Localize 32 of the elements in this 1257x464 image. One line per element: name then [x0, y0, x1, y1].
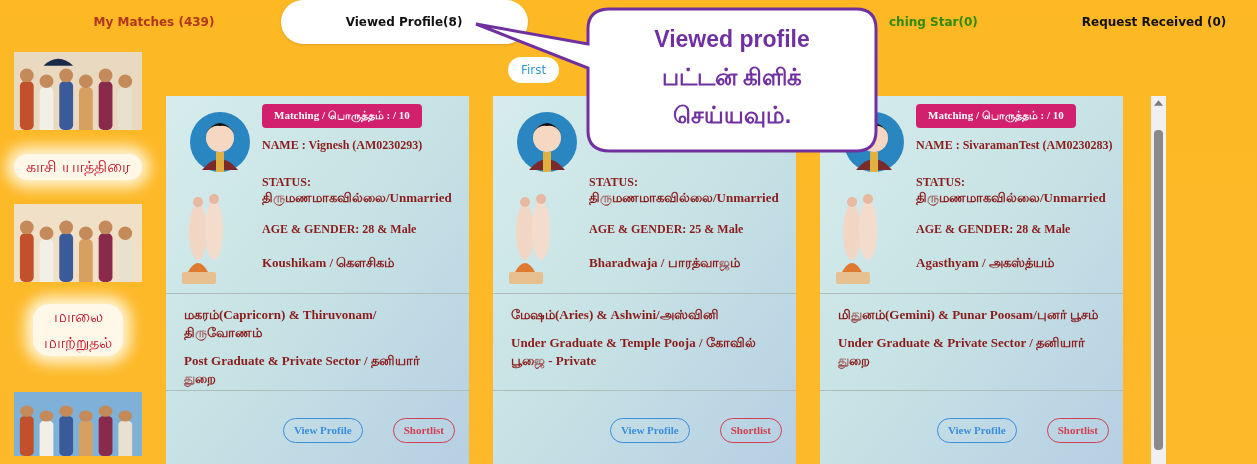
tab[interactable]: My Matches (439)	[89, 7, 219, 37]
matching-badge: Matching / பொருத்தம் : / 10	[262, 104, 422, 128]
star-sign: மகரம்(Capricorn) & Thiruvonam/ திருவோணம்	[184, 306, 378, 342]
gothram: Bharadwaja / பாரத்வாஜம்	[589, 255, 740, 272]
profile-name: NAME : SivaramanTest (AM0230283)	[916, 137, 1113, 153]
status-value: திருமணமாகவில்லை/Unmarried	[262, 189, 452, 206]
scroll-up-icon[interactable]	[1154, 100, 1163, 106]
age-gender: AGE & GENDER: 25 & Male	[589, 222, 744, 238]
profile-name: NAME : Vignesh (AM0230293)	[262, 137, 423, 153]
sidebar-caption: காசி யாத்திரை	[14, 154, 142, 180]
gothram: Agasthyam / அகஸ்த்யம்	[916, 255, 1054, 272]
age-gender: AGE & GENDER: 28 & Male	[916, 222, 1071, 237]
status-value: திருமணமாகவில்லை/Unmarried	[916, 189, 1106, 206]
education-occupation: Post Graduate & Private Sector / தனியார் துறை	[184, 352, 421, 388]
status-label: STATUS:	[916, 174, 965, 190]
education-occupation: Under Graduate & Temple Pooja / கோவில் பூஜை - Private	[511, 334, 757, 370]
tab[interactable]: ching Star(0)	[885, 7, 982, 37]
scrollbar[interactable]	[1151, 96, 1166, 464]
callout-text: Viewed profile பட்டன் கிளிக் செய்யவும்.	[653, 25, 811, 130]
status-value: திருமணமாகவில்லை/Unmarried	[589, 190, 779, 207]
gothram: Koushikam / கௌசிகம்	[262, 255, 395, 272]
tab[interactable]: Viewed Profile(8)	[280, 0, 528, 44]
sidebar-caption: மாலை மாற்றுதல்	[33, 304, 123, 356]
tab[interactable]: Request Received (0)	[1077, 7, 1231, 37]
status-label: STATUS:	[589, 175, 638, 190]
status-label: STATUS:	[262, 174, 311, 190]
age-gender: AGE & GENDER: 28 & Male	[262, 222, 417, 237]
first-page-button[interactable]: First	[508, 57, 560, 83]
education-occupation: Under Graduate & Private Sector / தனியார் துறை	[838, 334, 1087, 370]
star-sign: மிதுனம்(Gemini) & Punar Poosam/புனர் பூசம்	[838, 306, 1100, 324]
matching-badge: Matching / பொருத்தம் : / 10	[916, 104, 1076, 128]
star-sign: மேஷம்(Aries) & Ashwini/அஸ்வினி	[511, 306, 720, 324]
